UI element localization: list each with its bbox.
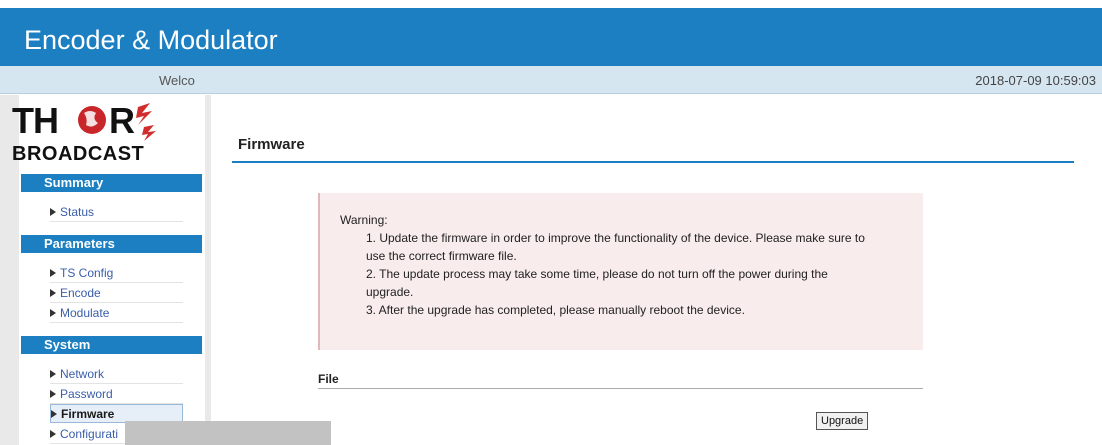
- app-title: Encoder & Modulator: [24, 25, 278, 55]
- warning-line-2a: 2. The update process may take some time…: [366, 267, 828, 281]
- nav-item-encode[interactable]: Encode: [50, 284, 183, 303]
- nav-item-label: Network: [60, 367, 105, 381]
- datetime: 2018-07-09 10:59:03: [975, 73, 1096, 88]
- file-divider: [318, 388, 923, 389]
- nav-item-network[interactable]: Network: [50, 365, 183, 384]
- redaction-block: [125, 421, 331, 445]
- logo-top-text: TH: [12, 100, 58, 141]
- triangle-right-icon: [51, 410, 57, 418]
- section-system: System: [21, 336, 202, 354]
- warning-heading: Warning:: [340, 213, 388, 227]
- warning-line-1b: use the correct firmware file.: [366, 249, 517, 263]
- welcome-bar: Welco 2018-07-09 10:59:03: [0, 66, 1102, 94]
- app-header: Encoder & Modulator: [0, 8, 1102, 66]
- nav-item-label: TS Config: [60, 266, 114, 280]
- nav-item-label: Firmware: [61, 407, 115, 421]
- warning-line-2b: upgrade.: [366, 285, 414, 299]
- nav-item-label: Password: [60, 387, 113, 401]
- nav-item-ts-config[interactable]: TS Config: [50, 264, 183, 283]
- nav-item-label: Encode: [60, 286, 101, 300]
- thor-broadcast-logo: TH R BROADCAST: [12, 100, 156, 165]
- nav-item-label: Configurati: [60, 427, 119, 441]
- title-divider: [232, 161, 1074, 163]
- section-parameters: Parameters: [21, 235, 202, 253]
- nav-item-password[interactable]: Password: [50, 385, 183, 404]
- file-section-label: File: [318, 372, 339, 386]
- upgrade-button[interactable]: Upgrade: [816, 412, 869, 430]
- welcome-text: Welco: [159, 73, 195, 88]
- warning-line-3: 3. After the upgrade has completed, plea…: [366, 303, 745, 317]
- svg-text:R: R: [109, 100, 135, 141]
- nav-item-label: Status: [60, 205, 95, 219]
- triangle-right-icon: [50, 370, 56, 378]
- sidebar: TH R BROADCAST Summary Status Parameters…: [0, 95, 211, 445]
- logo-bottom-text: BROADCAST: [12, 143, 144, 165]
- nav-item-modulate[interactable]: Modulate: [50, 304, 183, 323]
- triangle-right-icon: [50, 390, 56, 398]
- triangle-right-icon: [50, 289, 56, 297]
- triangle-right-icon: [50, 269, 56, 277]
- page-title: Firmware: [238, 136, 305, 153]
- warning-box: Warning: 1. Update the firmware in order…: [318, 193, 923, 350]
- triangle-right-icon: [50, 430, 56, 438]
- warning-line-1a: 1. Update the firmware in order to impro…: [366, 231, 865, 245]
- logo-lightning-icon: [136, 103, 152, 125]
- triangle-right-icon: [50, 309, 56, 317]
- triangle-right-icon: [50, 208, 56, 216]
- nav-item-status[interactable]: Status: [50, 203, 183, 222]
- nav-item-label: Modulate: [60, 306, 110, 320]
- section-summary: Summary: [21, 174, 202, 192]
